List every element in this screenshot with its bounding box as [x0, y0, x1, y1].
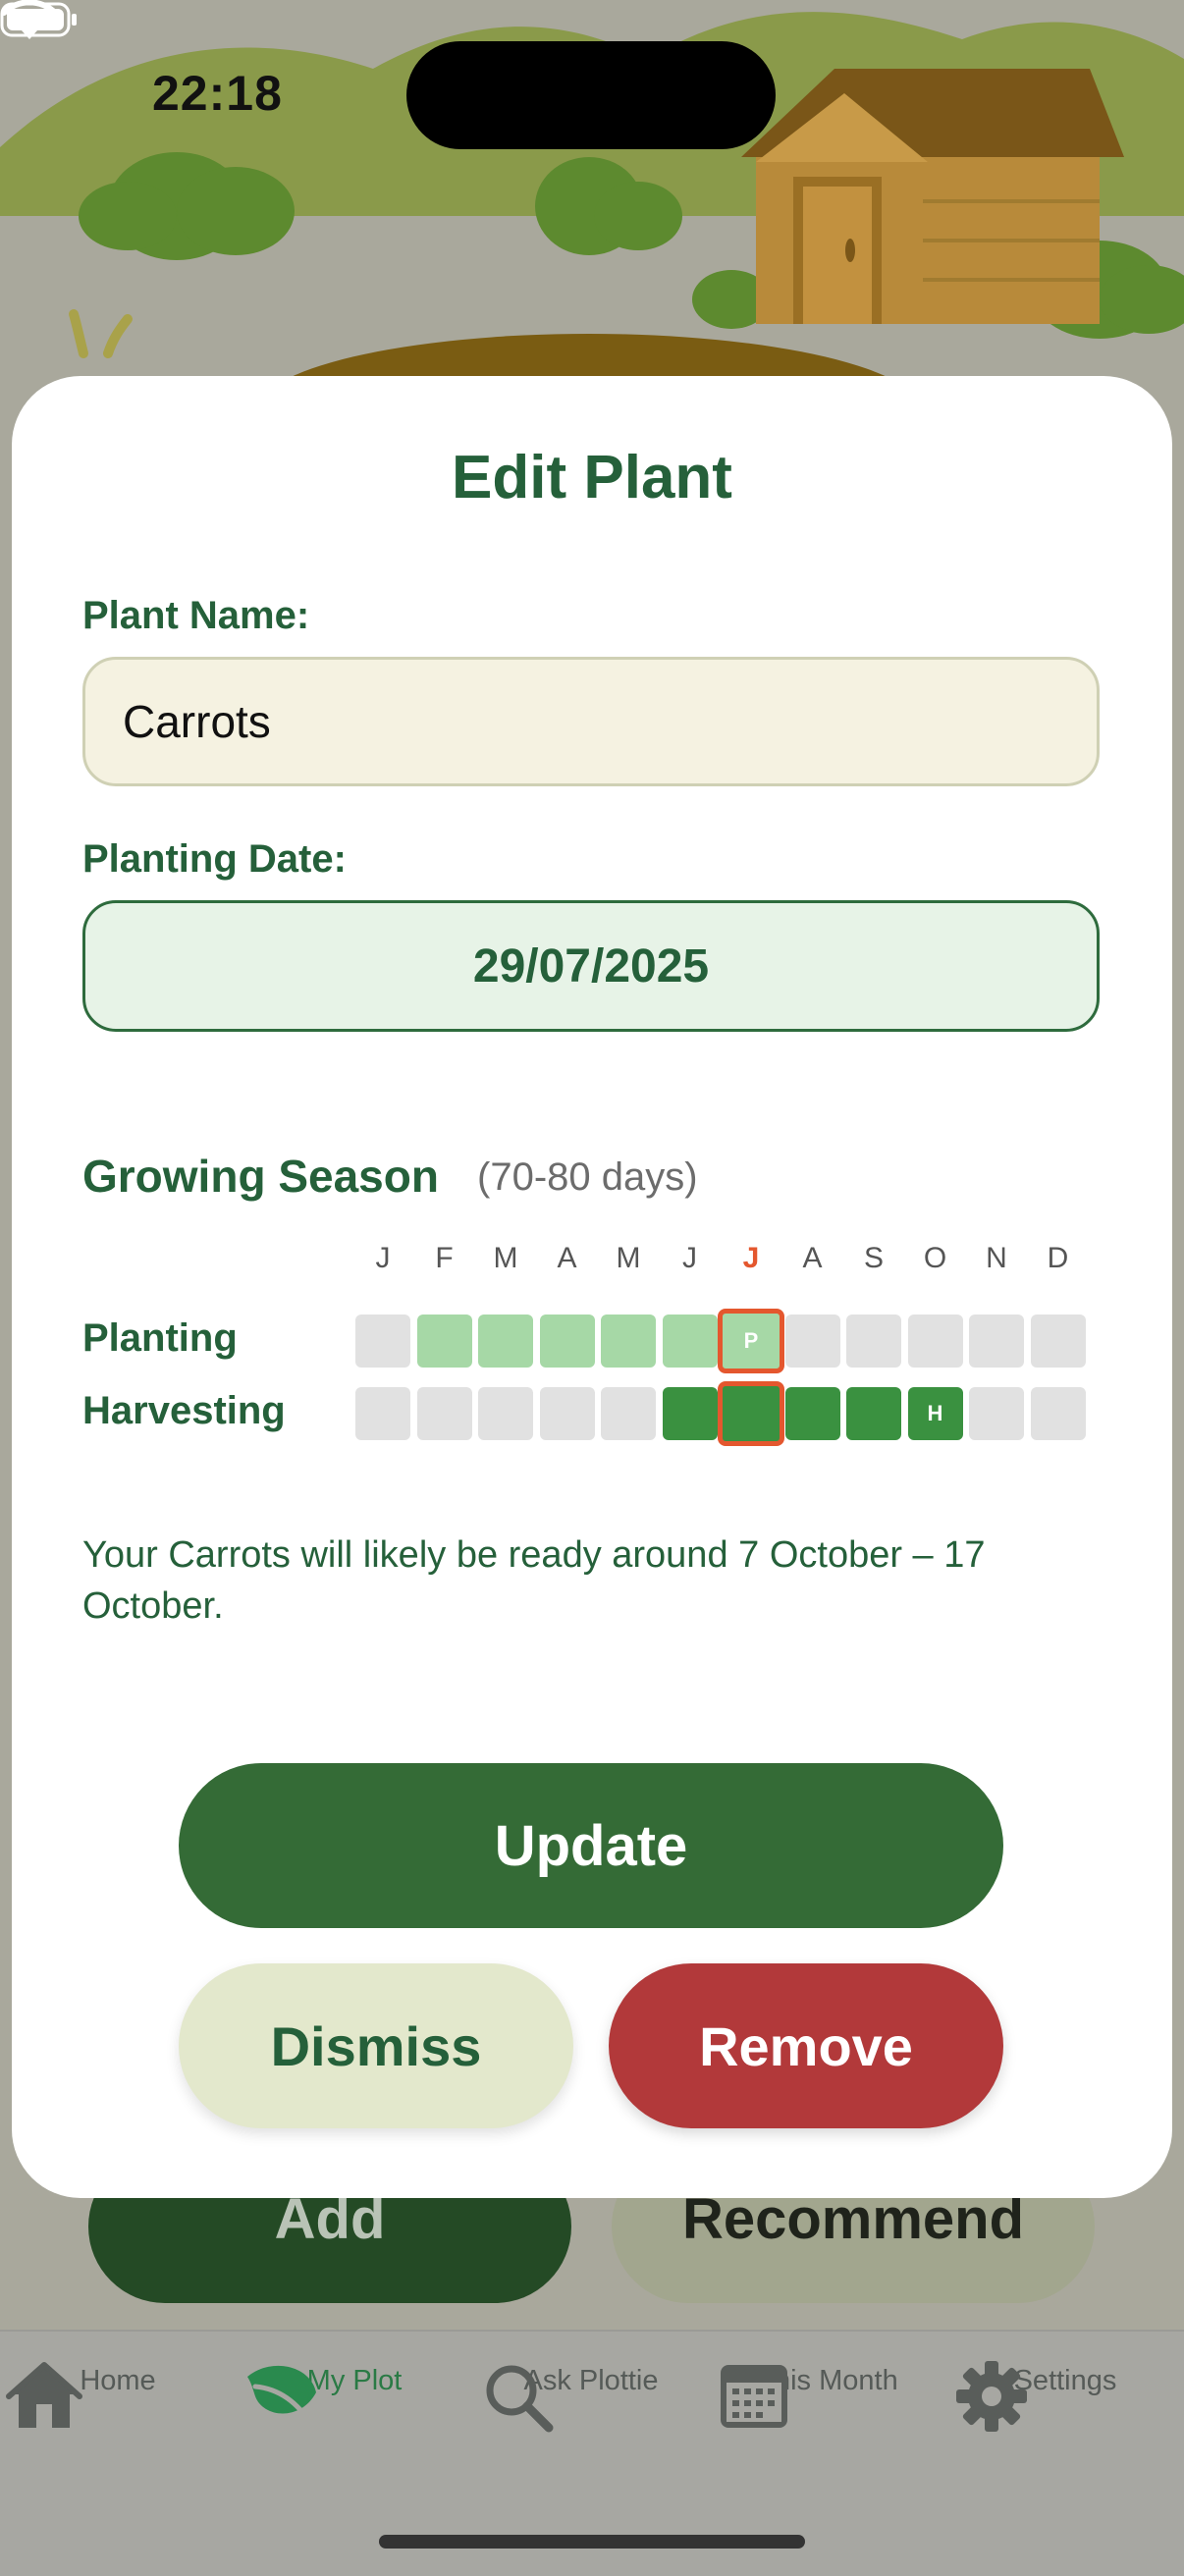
planting-cell: P [718, 1309, 784, 1373]
month-letter: J [682, 1242, 697, 1274]
leaf-icon [247, 2365, 316, 2429]
dismiss-button[interactable]: Dismiss [179, 1963, 573, 2128]
planting-cell [601, 1315, 656, 1368]
harvesting-cell [784, 1387, 840, 1440]
remove-button[interactable]: Remove [609, 1963, 1003, 2128]
harvesting-cell [478, 1387, 533, 1440]
month-letter: S [863, 1242, 884, 1274]
planting-row-label: Planting [82, 1316, 238, 1360]
harvesting-cell [718, 1381, 784, 1446]
planting-cell [846, 1315, 901, 1368]
harvesting-cell [662, 1387, 718, 1440]
gear-icon [956, 2361, 1027, 2432]
harvesting-cell [539, 1387, 595, 1440]
tab-settings[interactable]: Settings [952, 2357, 1178, 2432]
harvesting-cell [416, 1387, 472, 1440]
harvesting-row-label: Harvesting [82, 1389, 286, 1432]
month-letter: M [493, 1242, 518, 1274]
month-letter: F [435, 1242, 454, 1274]
dynamic-island [406, 41, 776, 149]
harvesting-cell: H [907, 1387, 963, 1440]
planting-cell [1030, 1315, 1086, 1368]
update-button[interactable]: Update [179, 1763, 1003, 1928]
planting-date-value: 29/07/2025 [472, 939, 710, 993]
planting-date-picker[interactable]: 29/07/2025 [82, 900, 1100, 1032]
month-letter: A [557, 1242, 577, 1274]
month-letter: D [1047, 1242, 1069, 1274]
sheet-title: Edit Plant [452, 444, 732, 511]
planting-date-label: Planting Date: [82, 837, 347, 881]
plant-name-label: Plant Name: [82, 594, 310, 637]
planting-cell [969, 1315, 1024, 1368]
status-bar-time: 22:18 [152, 66, 283, 121]
tab-home[interactable]: Home [5, 2357, 231, 2428]
month-letter: M [616, 1242, 641, 1274]
battery-icon [0, 2, 77, 37]
planting-cell [416, 1315, 472, 1368]
month-letter: J [375, 1242, 391, 1274]
month-letter: J [742, 1242, 760, 1274]
edit-plant-sheet: Edit Plant Plant Name: Planting Date: 29… [12, 376, 1172, 2198]
magnifier-icon [486, 2365, 554, 2433]
planting-cell [355, 1315, 410, 1368]
harvesting-cell [355, 1387, 410, 1440]
planting-cell [539, 1315, 595, 1368]
tab-my-plot[interactable]: My Plot [242, 2357, 467, 2429]
plant-name-input[interactable] [82, 657, 1100, 786]
month-letter: O [923, 1242, 947, 1274]
month-letter: A [802, 1242, 823, 1274]
harvesting-cell [601, 1387, 656, 1440]
planting-cell [784, 1315, 840, 1368]
harvesting-cell [969, 1387, 1024, 1440]
month-letter: N [986, 1242, 1007, 1274]
house-icon [6, 2362, 82, 2428]
harvesting-cell [846, 1387, 901, 1440]
planting-cell [907, 1315, 963, 1368]
home-indicator [379, 2535, 805, 2549]
planting-cell [478, 1315, 533, 1368]
harvesting-cell [1030, 1387, 1086, 1440]
tab-ask-plottie[interactable]: Ask Plottie [478, 2357, 704, 2433]
growing-season-heading: Growing Season [82, 1151, 439, 1202]
calendar-icon [721, 2365, 787, 2428]
planting-cell [662, 1315, 718, 1368]
tab-this-month[interactable]: This Month [715, 2357, 941, 2428]
growing-season-duration: (70-80 days) [477, 1155, 698, 1199]
ready-estimate-text: Your Carrots will likely be ready around… [82, 1534, 986, 1627]
